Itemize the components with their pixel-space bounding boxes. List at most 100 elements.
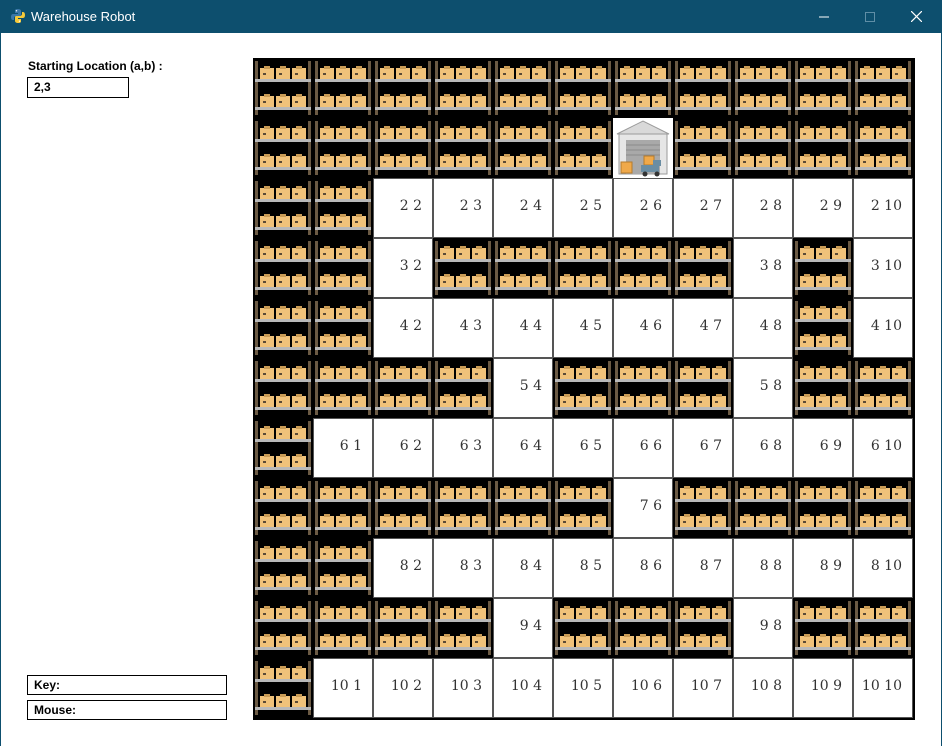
shelf-cell[interactable] [433,238,493,298]
shelf-cell[interactable] [673,58,733,118]
shelf-cell[interactable] [673,598,733,658]
grid-cell-10-6[interactable]: 10 6 [613,658,673,718]
grid-cell-6-2[interactable]: 6 2 [373,418,433,478]
close-button[interactable] [893,0,939,33]
grid-cell-10-7[interactable]: 10 7 [673,658,733,718]
shelf-cell[interactable] [253,298,313,358]
shelf-cell[interactable] [553,238,613,298]
shelf-cell[interactable] [613,58,673,118]
shelf-cell[interactable] [433,478,493,538]
shelf-cell[interactable] [373,358,433,418]
shelf-cell[interactable] [433,358,493,418]
grid-cell-10-4[interactable]: 10 4 [493,658,553,718]
grid-cell-2-6[interactable]: 2 6 [613,178,673,238]
grid-cell-6-6[interactable]: 6 6 [613,418,673,478]
grid-cell-2-8[interactable]: 2 8 [733,178,793,238]
shelf-cell[interactable] [253,238,313,298]
shelf-cell[interactable] [793,238,853,298]
shelf-cell[interactable] [793,298,853,358]
grid-cell-4-10[interactable]: 4 10 [853,298,913,358]
shelf-cell[interactable] [253,118,313,178]
shelf-cell[interactable] [313,118,373,178]
grid-cell-4-3[interactable]: 4 3 [433,298,493,358]
shelf-cell[interactable] [733,118,793,178]
grid-cell-8-8[interactable]: 8 8 [733,538,793,598]
grid-cell-6-4[interactable]: 6 4 [493,418,553,478]
shelf-cell[interactable] [613,238,673,298]
grid-cell-6-9[interactable]: 6 9 [793,418,853,478]
grid-cell-4-6[interactable]: 4 6 [613,298,673,358]
grid-cell-4-8[interactable]: 4 8 [733,298,793,358]
shelf-cell[interactable] [853,118,913,178]
grid-cell-2-3[interactable]: 2 3 [433,178,493,238]
grid-cell-5-8[interactable]: 5 8 [733,358,793,418]
title-bar[interactable]: Warehouse Robot [0,0,942,33]
shelf-cell[interactable] [493,118,553,178]
shelf-cell[interactable] [313,478,373,538]
grid-cell-8-3[interactable]: 8 3 [433,538,493,598]
shelf-cell[interactable] [253,658,313,718]
shelf-cell[interactable] [313,298,373,358]
maximize-button[interactable] [847,0,893,33]
grid-cell-3-10[interactable]: 3 10 [853,238,913,298]
shelf-cell[interactable] [673,358,733,418]
minimize-button[interactable] [801,0,847,33]
shelf-cell[interactable] [433,118,493,178]
grid-cell-8-9[interactable]: 8 9 [793,538,853,598]
shelf-cell[interactable] [253,358,313,418]
shelf-cell[interactable] [373,598,433,658]
grid-cell-8-10[interactable]: 8 10 [853,538,913,598]
warehouse-grid[interactable]: 2 22 32 42 52 62 72 82 92 10 3 2 3 8 3 1… [253,58,915,720]
grid-cell-6-8[interactable]: 6 8 [733,418,793,478]
shelf-cell[interactable] [313,58,373,118]
shelf-cell[interactable] [313,358,373,418]
grid-cell-10-1[interactable]: 10 1 [313,658,373,718]
grid-cell-10-9[interactable]: 10 9 [793,658,853,718]
grid-cell-2-2[interactable]: 2 2 [373,178,433,238]
grid-cell-6-3[interactable]: 6 3 [433,418,493,478]
grid-cell-2-9[interactable]: 2 9 [793,178,853,238]
shelf-cell[interactable] [553,598,613,658]
shelf-cell[interactable] [313,538,373,598]
grid-cell-10-8[interactable]: 10 8 [733,658,793,718]
shelf-cell[interactable] [313,178,373,238]
shelf-cell[interactable] [553,58,613,118]
grid-cell-4-4[interactable]: 4 4 [493,298,553,358]
starting-location-input[interactable]: 2,3 [27,77,129,98]
shelf-cell[interactable] [253,178,313,238]
grid-cell-4-2[interactable]: 4 2 [373,298,433,358]
shelf-cell[interactable] [373,118,433,178]
shelf-cell[interactable] [673,238,733,298]
shelf-cell[interactable] [493,478,553,538]
grid-cell-10-5[interactable]: 10 5 [553,658,613,718]
grid-cell-8-5[interactable]: 8 5 [553,538,613,598]
shelf-cell[interactable] [553,478,613,538]
grid-cell-3-2[interactable]: 3 2 [373,238,433,298]
shelf-cell[interactable] [613,598,673,658]
shelf-cell[interactable] [253,598,313,658]
shelf-cell[interactable] [853,478,913,538]
shelf-cell[interactable] [433,58,493,118]
shelf-cell[interactable] [793,118,853,178]
grid-cell-2-10[interactable]: 2 10 [853,178,913,238]
grid-cell-4-5[interactable]: 4 5 [553,298,613,358]
grid-cell-6-10[interactable]: 6 10 [853,418,913,478]
grid-cell-6-7[interactable]: 6 7 [673,418,733,478]
grid-cell-7-6[interactable]: 7 6 [613,478,673,538]
shelf-cell[interactable] [673,478,733,538]
shelf-cell[interactable] [793,598,853,658]
shelf-cell[interactable] [733,58,793,118]
grid-cell-10-3[interactable]: 10 3 [433,658,493,718]
shelf-cell[interactable] [313,598,373,658]
grid-cell-10-2[interactable]: 10 2 [373,658,433,718]
shelf-cell[interactable] [853,358,913,418]
shelf-cell[interactable] [253,538,313,598]
shelf-cell[interactable] [313,238,373,298]
grid-cell-8-6[interactable]: 8 6 [613,538,673,598]
shelf-cell[interactable] [253,478,313,538]
shelf-cell[interactable] [853,598,913,658]
shelf-cell[interactable] [613,358,673,418]
shelf-cell[interactable] [793,478,853,538]
shelf-cell[interactable] [253,58,313,118]
shelf-cell[interactable] [553,358,613,418]
